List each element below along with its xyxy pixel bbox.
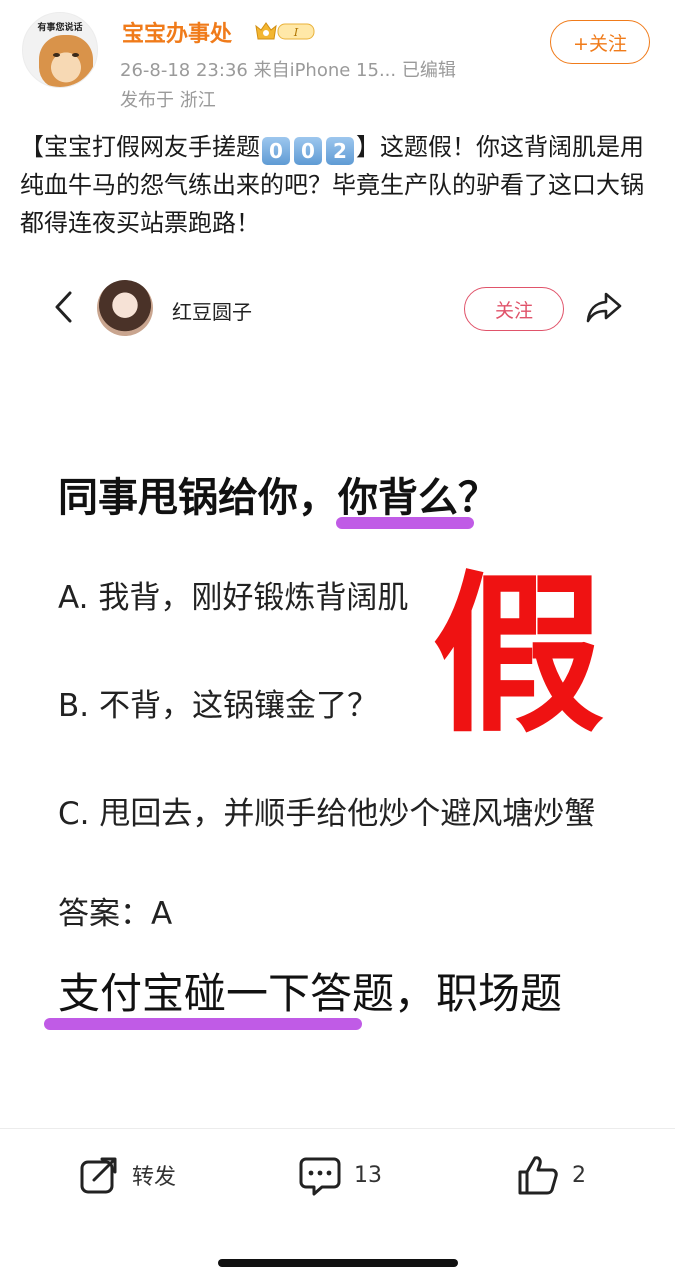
back-arrow-icon (55, 291, 72, 323)
username[interactable]: 宝宝办事处 (122, 16, 232, 48)
cat-image (39, 35, 93, 87)
avatar-caption: 有事您说话 (37, 23, 83, 33)
footer-underline (44, 1018, 362, 1030)
timestamp-source: 26-8-18 23:36 来自iPhone 15... 已编辑 (120, 60, 456, 81)
repost-icon (80, 1157, 117, 1194)
comment-icon (299, 1157, 341, 1196)
keycap-badge-1: 0 (262, 137, 290, 165)
vip-level: I (293, 26, 299, 39)
post-text-intro: 【宝宝打假网友手搓题 (20, 133, 260, 161)
comment-button[interactable]: 13 (298, 1152, 382, 1198)
question-title: 同事甩锅给你，你背么？ (58, 475, 498, 521)
option-b: B. 不背，这锅镶金了？ (58, 688, 378, 724)
option-c: C. 甩回去，并顺手给他炒个避风塘炒蟹 (58, 796, 596, 832)
avatar[interactable]: 有事您说话 (22, 12, 98, 88)
highlight-underline (336, 517, 474, 529)
like-button[interactable]: 2 (516, 1152, 586, 1198)
answer-text: 答案：A (58, 896, 173, 932)
footer-line: 支付宝碰一下答题，职场题 (58, 969, 563, 1018)
location: 发布于 浙江 (120, 90, 216, 111)
comment-count: 13 (354, 1162, 382, 1188)
share-icon (586, 292, 622, 323)
repost-label: 转发 (132, 1165, 177, 1190)
repost-button[interactable]: 转发 (78, 1152, 176, 1198)
thumbs-up-icon (518, 1156, 558, 1195)
like-count: 2 (572, 1162, 586, 1188)
embed-follow-button: 关注 (464, 287, 564, 331)
home-indicator[interactable] (218, 1259, 458, 1267)
embed-author-name: 红豆圆子 (172, 300, 252, 324)
vip-badge-icon: I (255, 22, 315, 40)
follow-button[interactable]: +关注 (550, 20, 650, 64)
option-a: A. 我背，刚好锻炼背阔肌 (58, 580, 409, 616)
fake-stamp: 假 (432, 555, 604, 756)
embed-avatar (97, 280, 153, 336)
embedded-image[interactable]: 红豆圆子 关注 同事甩锅给你，你背么？ A. 我背，刚好锻炼背阔肌 B. 不背，… (0, 260, 675, 1100)
divider (0, 1128, 675, 1129)
post-text: 【宝宝打假网友手搓题 0 0 2 】这题假！你这背阔肌是用纯血牛马的怨气练出来的吧？毕竟… (20, 128, 650, 242)
keycap-badge-2: 0 (294, 137, 322, 165)
keycap-badge-3: 2 (326, 137, 354, 165)
